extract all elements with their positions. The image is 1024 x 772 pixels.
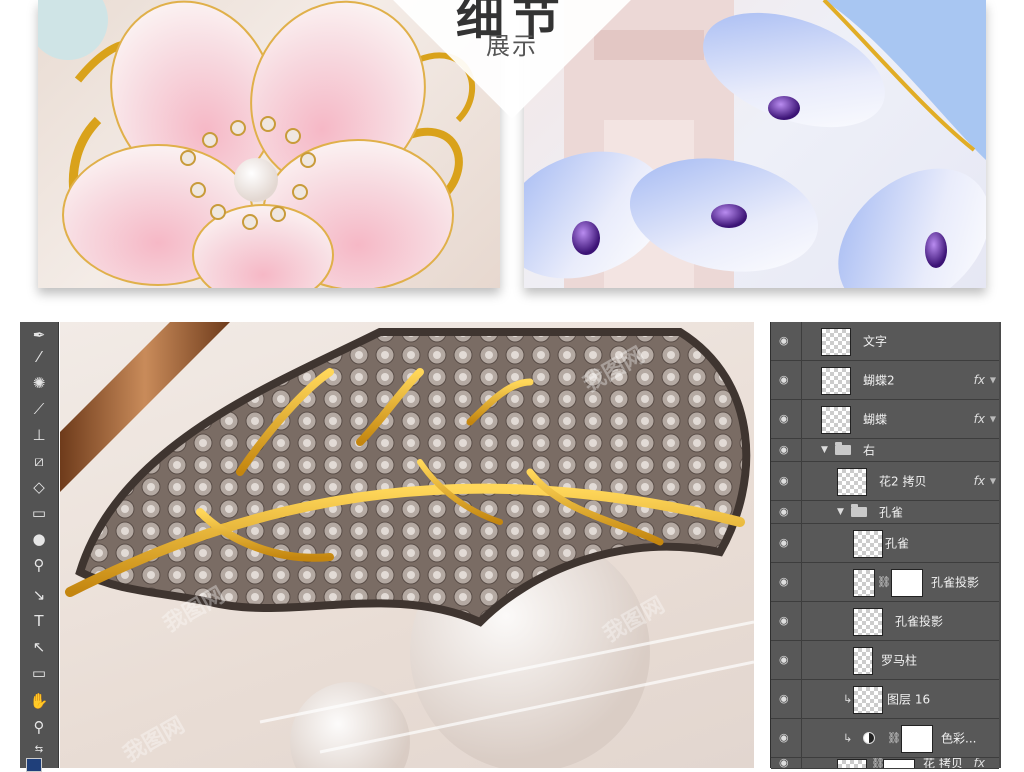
layer-thumbnail: [853, 686, 883, 714]
foreground-color-swatch[interactable]: [26, 758, 42, 772]
layer-row[interactable]: ◉ 蝴蝶2 fx ▼: [771, 361, 999, 400]
layer-mask-thumbnail[interactable]: [901, 725, 933, 753]
visibility-eye-icon[interactable]: ◉: [779, 444, 793, 455]
layer-group-row[interactable]: ◉ ▼ 孔雀: [771, 501, 999, 524]
zoom-icon[interactable]: ⚲: [27, 716, 51, 738]
layer-row[interactable]: ◉ 花2 拷贝 fx ▼: [771, 462, 999, 501]
path-select-icon[interactable]: ↖: [27, 636, 51, 658]
folder-icon: [835, 442, 851, 455]
layer-name: 罗马柱: [881, 653, 918, 668]
dodge-icon[interactable]: ⚲: [27, 554, 51, 576]
layer-thumbnail: [821, 367, 851, 395]
layer-name: 色彩...: [941, 731, 977, 746]
layer-name: 孔雀投影: [931, 575, 980, 590]
eraser-icon[interactable]: ◇: [27, 476, 51, 498]
layer-thumbnail: [853, 530, 883, 558]
pen-tip-icon[interactable]: ✒: [27, 324, 51, 346]
visibility-eye-icon[interactable]: ◉: [779, 693, 793, 704]
tools-panel: ✒ ⁄ ✺ ⟋ ⊥ ⧄ ◇ ▭ ● ⚲ ↘ T ↖ ▭ ✋ ⚲ ⇆: [20, 322, 59, 772]
visibility-eye-icon[interactable]: ◉: [779, 374, 793, 385]
layer-row[interactable]: ◉ ↳ ⛓ 色彩...: [771, 719, 999, 758]
clone-stamp-icon[interactable]: ⊥: [27, 424, 51, 446]
visibility-eye-icon[interactable]: ◉: [779, 537, 793, 548]
folder-icon: [851, 504, 867, 517]
layer-row[interactable]: ◉ 罗马柱: [771, 641, 999, 680]
layers-panel: ◉ 文字 ◉ 蝴蝶2 fx ▼ ◉ 蝴蝶 fx ▼ ◉ ▼ 右 ◉ 花2 拷贝 fx…: [770, 322, 1001, 769]
layer-row[interactable]: ◉ 蝴蝶 fx ▼: [771, 400, 999, 439]
effects-expand-icon[interactable]: ▼: [990, 376, 996, 385]
mask-link-icon[interactable]: ⛓: [877, 576, 891, 589]
swap-colors-icon[interactable]: ⇆: [27, 738, 51, 760]
layer-row[interactable]: ◉ ↳ 图层 16: [771, 680, 999, 719]
visibility-eye-icon[interactable]: ◉: [779, 732, 793, 743]
layer-row[interactable]: ◉ 孔雀投影: [771, 602, 999, 641]
layer-thumbnail: [821, 406, 851, 434]
blur-icon[interactable]: ●: [27, 528, 51, 550]
effects-expand-icon[interactable]: ▼: [990, 477, 996, 486]
layer-name: 花2 拷贝: [879, 474, 927, 489]
rectangle-icon[interactable]: ▭: [27, 662, 51, 684]
visibility-eye-icon[interactable]: ◉: [779, 475, 793, 486]
layer-effects-icon[interactable]: fx: [974, 474, 985, 488]
group-name: 孔雀: [879, 505, 904, 520]
document-canvas[interactable]: 我图网 我图网 我图网 我图网: [60, 322, 754, 768]
layer-row[interactable]: ◉ ⛓ 孔雀投影: [771, 563, 999, 602]
hand-icon[interactable]: ✋: [27, 690, 51, 712]
layer-row[interactable]: ◉ ⛓ 花 拷贝 fx: [771, 758, 999, 769]
section-title-banner: 细节 展示: [378, 0, 646, 120]
layer-name: 蝴蝶: [863, 412, 888, 427]
healing-brush-icon[interactable]: ✺: [27, 372, 51, 394]
layer-group-row[interactable]: ◉ ▼ 右: [771, 439, 999, 462]
group-expand-icon[interactable]: ▼: [821, 445, 828, 455]
gradient-icon[interactable]: ▭: [27, 502, 51, 524]
layer-effects-icon[interactable]: fx: [974, 412, 985, 426]
layer-thumbnail: [853, 647, 873, 675]
layer-name: 蝴蝶2: [863, 373, 895, 388]
layer-thumbnail: [837, 468, 867, 496]
visibility-eye-icon[interactable]: ◉: [779, 506, 793, 517]
layer-name: 孔雀: [885, 536, 910, 551]
visibility-eye-icon[interactable]: ◉: [779, 576, 793, 587]
visibility-eye-icon[interactable]: ◉: [779, 335, 793, 346]
group-name: 右: [863, 443, 876, 458]
mask-link-icon[interactable]: ⛓: [887, 732, 901, 745]
adjustment-layer-icon: [863, 732, 875, 744]
layer-row[interactable]: ◉ 文字: [771, 322, 999, 361]
section-subtitle: 展示: [486, 32, 538, 60]
visibility-eye-icon[interactable]: ◉: [779, 413, 793, 424]
type-icon[interactable]: T: [27, 610, 51, 632]
layer-name: 花 拷贝: [923, 758, 963, 769]
clipping-mask-icon: ↳: [843, 692, 853, 706]
pen-icon[interactable]: ↘: [27, 584, 51, 606]
layer-row[interactable]: ◉ 孔雀: [771, 524, 999, 563]
leaf-detail-artwork: [60, 322, 754, 768]
brush-icon[interactable]: ⟋: [27, 398, 51, 420]
visibility-eye-icon[interactable]: ◉: [779, 615, 793, 626]
layer-effects-icon[interactable]: fx: [974, 758, 985, 768]
group-expand-icon[interactable]: ▼: [837, 507, 844, 517]
layer-thumbnail: [853, 569, 875, 597]
visibility-eye-icon[interactable]: ◉: [779, 758, 793, 768]
history-brush-icon[interactable]: ⧄: [27, 450, 51, 472]
layer-name: 文字: [863, 334, 888, 349]
effects-expand-icon[interactable]: ▼: [990, 415, 996, 424]
layer-effects-icon[interactable]: fx: [974, 373, 985, 387]
layer-name: 图层 16: [887, 692, 931, 707]
clipping-mask-icon: ↳: [843, 731, 853, 745]
layer-thumbnail: [821, 328, 851, 356]
layer-mask-thumbnail[interactable]: [891, 569, 923, 597]
visibility-eye-icon[interactable]: ◉: [779, 654, 793, 665]
layer-thumbnail: [853, 608, 883, 636]
eyedropper-icon[interactable]: ⁄: [27, 346, 51, 368]
layer-name: 孔雀投影: [895, 614, 944, 629]
